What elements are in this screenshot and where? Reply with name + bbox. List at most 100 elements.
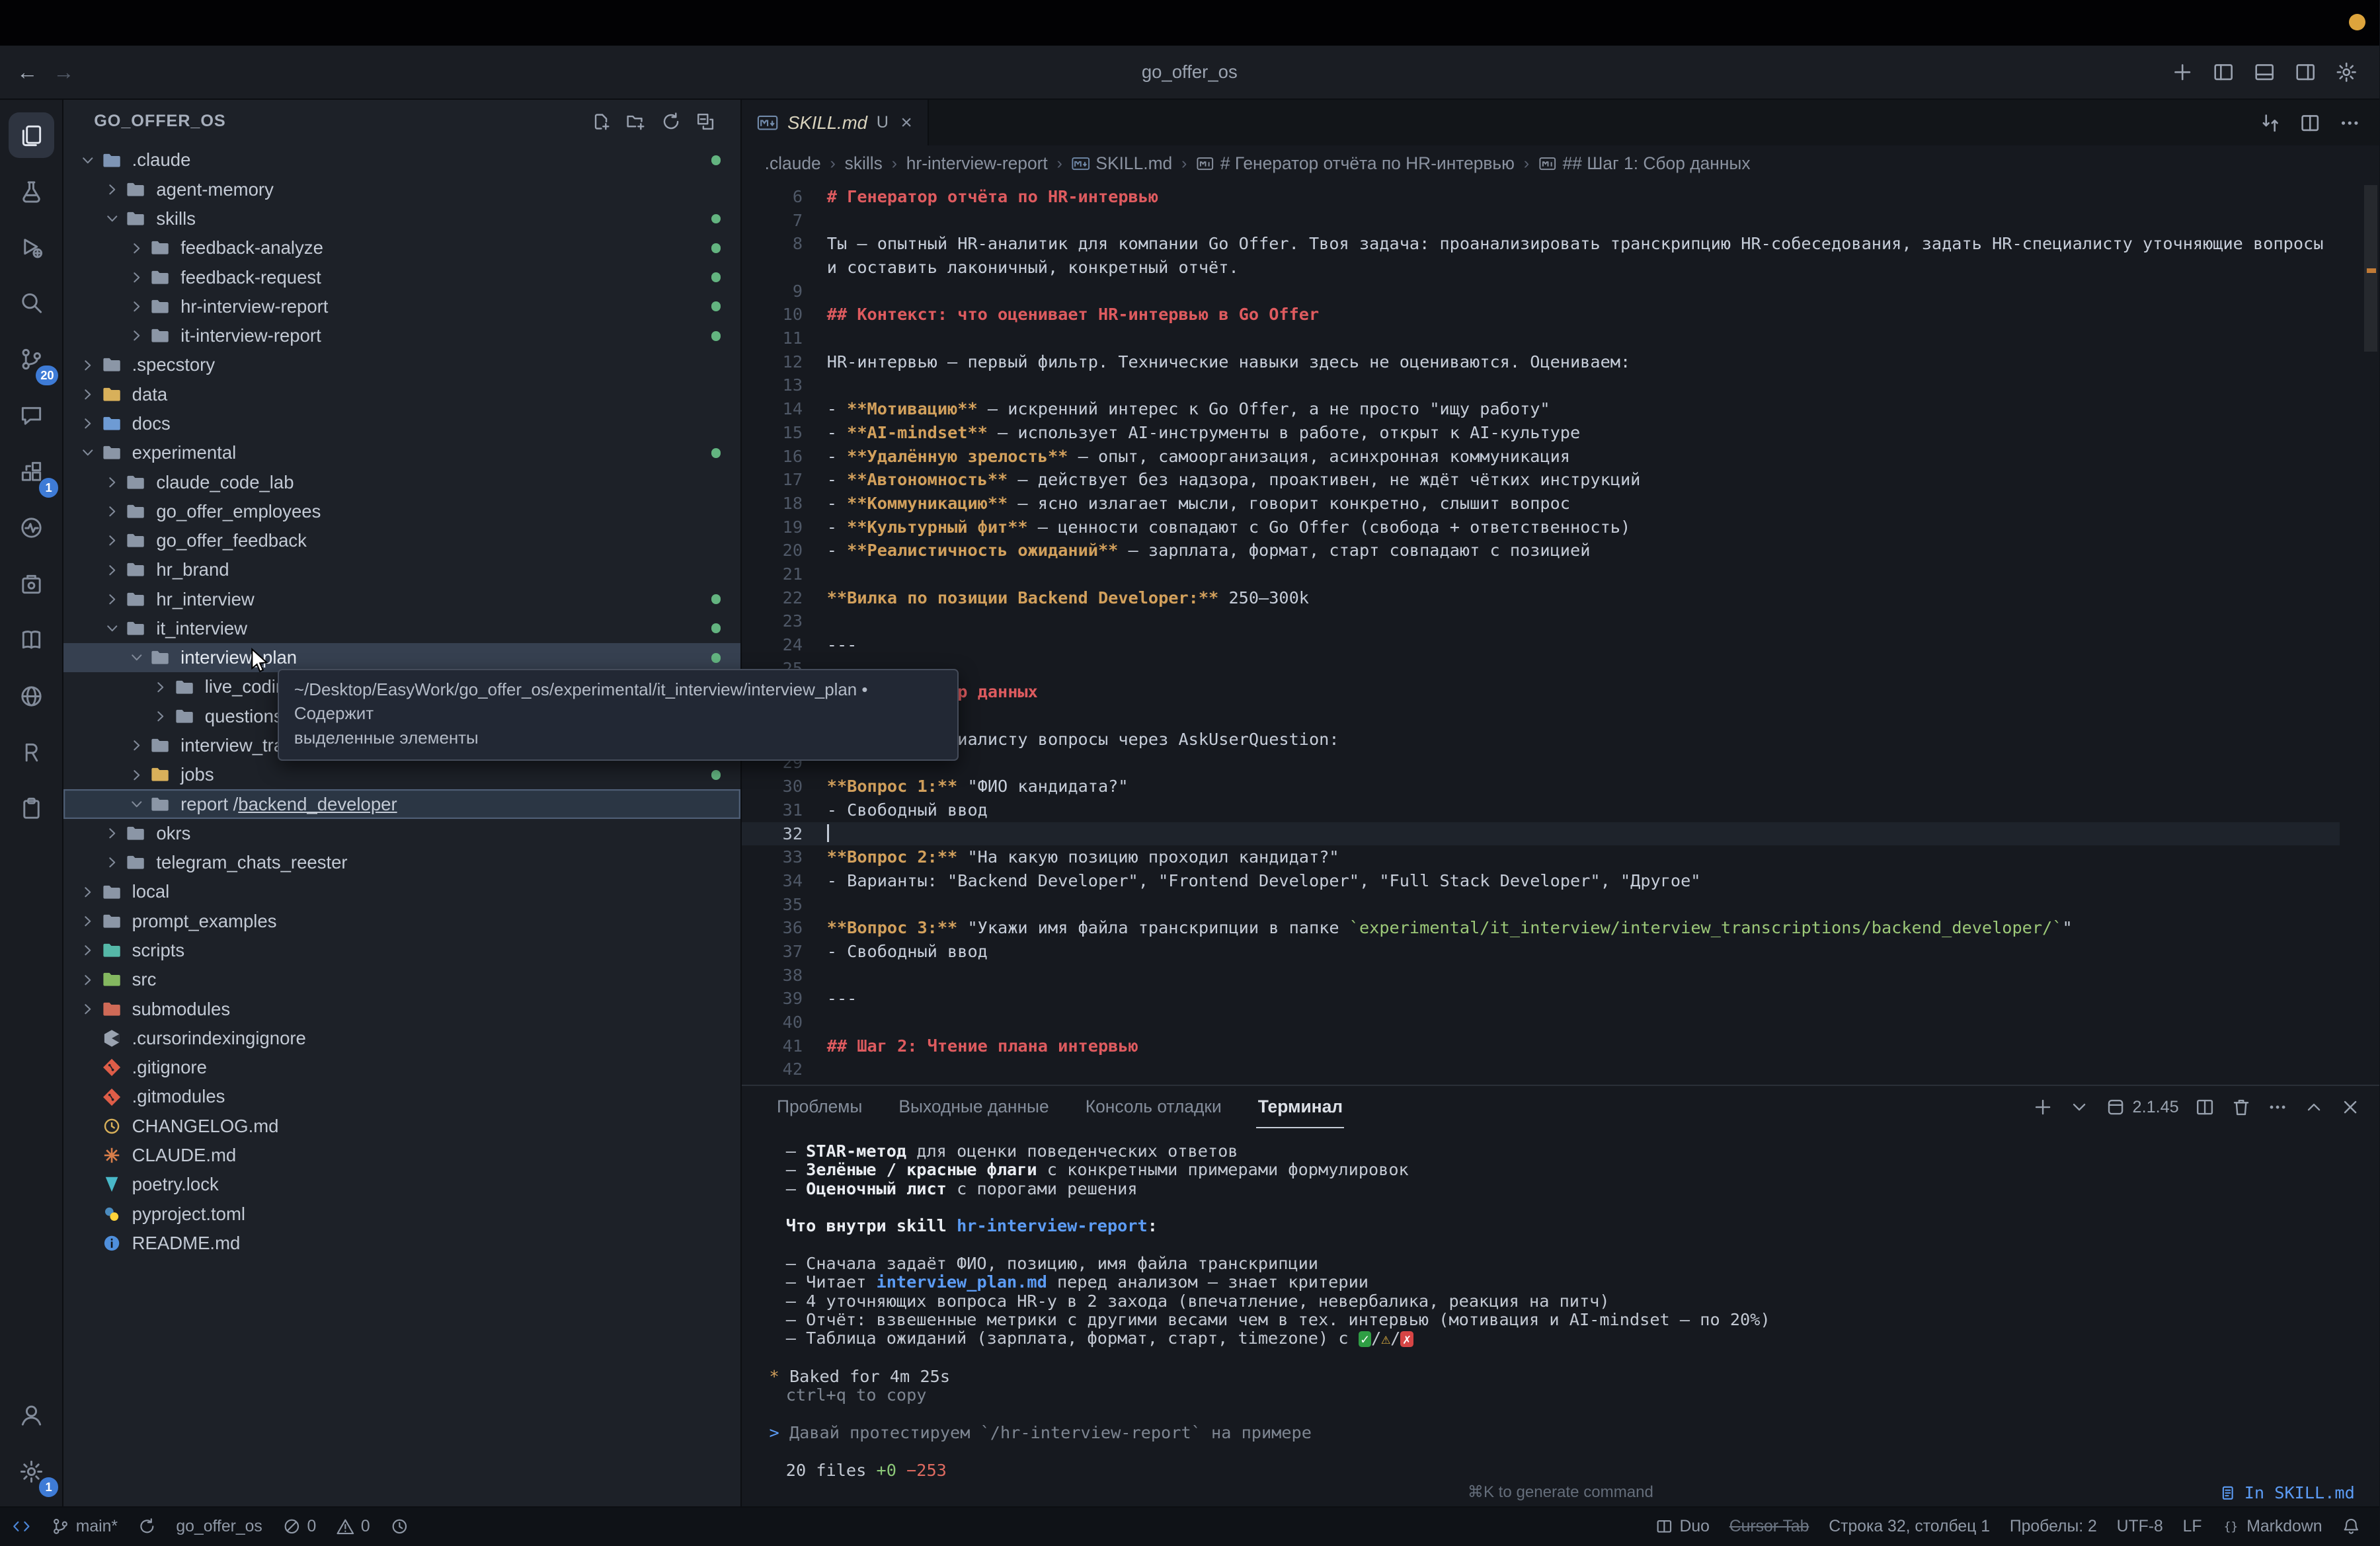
activity-source-control[interactable]: 20 <box>9 336 59 385</box>
tree-item-docs[interactable]: docs <box>63 409 740 438</box>
tree-item-.gitignore[interactable]: .gitignore <box>63 1053 740 1082</box>
editor-line-33[interactable]: 33 **Вопрос 2:** "На какую позицию проход… <box>742 845 2340 869</box>
maximize-panel-button[interactable] <box>2303 1097 2324 1118</box>
tree-item-submodules[interactable]: submodules <box>63 994 740 1023</box>
breadcrumb-.claude[interactable]: .claude <box>765 153 821 174</box>
tree-item-skills[interactable]: skills <box>63 204 740 233</box>
status-repo[interactable]: go_offer_os <box>176 1518 262 1536</box>
forward-button[interactable]: → <box>46 60 82 85</box>
editor-line-12[interactable]: 12 HR-интервью — первый фильтр. Техническ… <box>742 350 2340 374</box>
activity-pulse[interactable] <box>9 505 54 551</box>
tree-item-go-offer-feedback[interactable]: go_offer_feedback <box>63 526 740 555</box>
activity-extensions[interactable]: 1 <box>9 449 59 498</box>
editor-line-18[interactable]: 18 - **Коммуникацию** — ясно излагает мыс… <box>742 492 2340 516</box>
editor-line-15[interactable]: 15 - **AI-mindset** — использует AI-инстр… <box>742 421 2340 445</box>
tree-item-local[interactable]: local <box>63 877 740 906</box>
editor-line-19[interactable]: 19 - **Культурный фит** — ценности совпад… <box>742 516 2340 539</box>
editor-line-37[interactable]: 37 - Свободный ввод <box>742 940 2340 964</box>
activity-r-tool[interactable] <box>9 730 54 775</box>
tree-item-go-offer-employees[interactable]: go_offer_employees <box>63 497 740 526</box>
open-changes-button[interactable] <box>2259 112 2281 134</box>
tab-skill-md[interactable]: SKILL.md U × <box>742 100 929 146</box>
activity-account[interactable] <box>9 1393 54 1438</box>
split-editor-button[interactable] <box>2299 112 2321 134</box>
breadcrumb-шаг-1-сбор-данных[interactable]: ## Шаг 1: Сбор данных <box>1538 153 1751 174</box>
editor-line-35[interactable]: 35 <box>742 893 2340 917</box>
status-history[interactable] <box>390 1517 409 1536</box>
panel-tab-терминал[interactable]: Терминал <box>1256 1086 1345 1129</box>
status-warnings[interactable]: 0 <box>336 1517 370 1536</box>
editor-line-32[interactable]: 32 <box>742 822 2340 846</box>
activity-run-debug[interactable] <box>9 225 54 270</box>
editor-line-42[interactable]: 42 <box>742 1058 2340 1081</box>
editor-line-28[interactable]: 28Задай HR-специалисту вопросы через Ask… <box>742 728 2340 752</box>
status-cursor-position[interactable]: Строка 32, столбец 1 <box>1829 1518 1990 1536</box>
editor-line-24[interactable]: 24 --- <box>742 633 2340 657</box>
new-window-button[interactable] <box>2171 61 2194 83</box>
editor-line-16[interactable]: 16 - **Удалённую зрелость** — опыт, самоо… <box>742 445 2340 469</box>
settings-button[interactable] <box>2335 61 2358 83</box>
tab-close-icon[interactable]: × <box>900 112 912 134</box>
editor-line-34[interactable]: 34 - Варианты: "Backend Developer", "Fron… <box>742 869 2340 893</box>
editor-line-29[interactable]: 29 <box>742 751 2340 775</box>
editor-line-31[interactable]: 31 - Свободный ввод <box>742 798 2340 822</box>
tree-item-okrs[interactable]: okrs <box>63 819 740 848</box>
editor-line-36[interactable]: 36 **Вопрос 3:** "Укажи имя файла транскр… <box>742 916 2340 940</box>
layout-sidebar-left-button[interactable] <box>2212 61 2235 83</box>
new-terminal-button[interactable] <box>2032 1097 2053 1118</box>
tree-item-agent-memory[interactable]: agent-memory <box>63 175 740 204</box>
status-git-branch[interactable]: main* <box>51 1517 118 1536</box>
tree-item-.specstory[interactable]: .specstory <box>63 350 740 379</box>
editor-line-39[interactable]: 39 --- <box>742 987 2340 1011</box>
tree-item-changelog.md[interactable]: CHANGELOG.md <box>63 1112 740 1141</box>
status-indentation[interactable]: Пробелы: 2 <box>2010 1518 2097 1536</box>
refresh-button[interactable] <box>660 111 682 132</box>
terminal-session-button[interactable]: 2.1.45 <box>2105 1097 2179 1118</box>
tree-item-it-interview-report[interactable]: it-interview-report <box>63 321 740 350</box>
editor-line-22[interactable]: 22 **Вилка по позиции Backend Developer:*… <box>742 586 2340 610</box>
status-sync[interactable] <box>138 1517 157 1536</box>
tree-item-.cursorindexingignore[interactable]: .cursorindexingignore <box>63 1024 740 1053</box>
activity-clipboard[interactable] <box>9 786 54 831</box>
tree-item-claude-code-lab[interactable]: claude_code_lab <box>63 467 740 496</box>
editor-line-25[interactable]: 25 <box>742 657 2340 681</box>
tree-item-data[interactable]: data <box>63 380 740 409</box>
editor-line-20[interactable]: 20 - **Реалистичность ожиданий** — зарпла… <box>742 539 2340 562</box>
editor-line-40[interactable]: 40 <box>742 1011 2340 1034</box>
editor-scrollbar[interactable] <box>2361 182 2379 1085</box>
breadcrumb-skills[interactable]: skills <box>845 153 883 174</box>
collapse-all-button[interactable] <box>695 111 716 132</box>
code-editor[interactable]: 6 # Генератор отчёта по HR-интервью 7 8 Ты —… <box>742 182 2379 1085</box>
activity-explorer[interactable] <box>8 112 54 158</box>
tree-item-feedback-analyze[interactable]: feedback-analyze <box>63 233 740 262</box>
layout-panel-button[interactable] <box>2253 61 2276 83</box>
activity-globe[interactable] <box>9 674 54 719</box>
tree-item-.claude[interactable]: .claude <box>63 145 740 174</box>
status-cursor-tab[interactable]: Cursor Tab <box>1729 1518 1809 1536</box>
editor-line-23[interactable]: 23 <box>742 609 2340 633</box>
editor-line-27[interactable]: 27 <box>742 704 2340 728</box>
editor-line-13[interactable]: 13 <box>742 373 2340 397</box>
tree-item-pyproject.toml[interactable]: pyproject.toml <box>63 1199 740 1228</box>
tree-item-hr-interview-report[interactable]: hr-interview-report <box>63 292 740 321</box>
panel-tab-консоль-отладки[interactable]: Консоль отладки <box>1084 1086 1223 1128</box>
tree-item-src[interactable]: src <box>63 965 740 994</box>
editor-line-7[interactable]: 7 <box>742 209 2340 233</box>
tree-item-readme.md[interactable]: README.md <box>63 1229 740 1258</box>
breadcrumb-генератор-отчёта-по-hr-интервью[interactable]: # Генератор отчёта по HR-интервью <box>1196 153 1515 174</box>
activity-search[interactable] <box>9 281 54 327</box>
tree-item-feedback-request[interactable]: feedback-request <box>63 262 740 291</box>
breadcrumb-hr-interview-report[interactable]: hr-interview-report <box>906 153 1048 174</box>
panel-tab-проблемы[interactable]: Проблемы <box>775 1086 864 1128</box>
activity-tools-box[interactable] <box>9 561 54 607</box>
more-actions-button[interactable] <box>2267 1097 2288 1118</box>
editor-line-41[interactable]: 41 ## Шаг 2: Чтение плана интервью <box>742 1034 2340 1058</box>
tree-item-claude.md[interactable]: CLAUDE.md <box>63 1141 740 1170</box>
status-notifications[interactable] <box>2342 1517 2361 1536</box>
editor-line-11[interactable]: 11 <box>742 327 2340 350</box>
editor-line-38[interactable]: 38 <box>742 964 2340 987</box>
panel-tab-выходные-данные[interactable]: Выходные данные <box>897 1086 1051 1128</box>
status-remote[interactable] <box>12 1517 31 1536</box>
tree-item-hr-interview[interactable]: hr_interview <box>63 585 740 614</box>
editor-line-8[interactable]: 8 Ты — опытный HR-аналитик для компании G… <box>742 232 2340 279</box>
